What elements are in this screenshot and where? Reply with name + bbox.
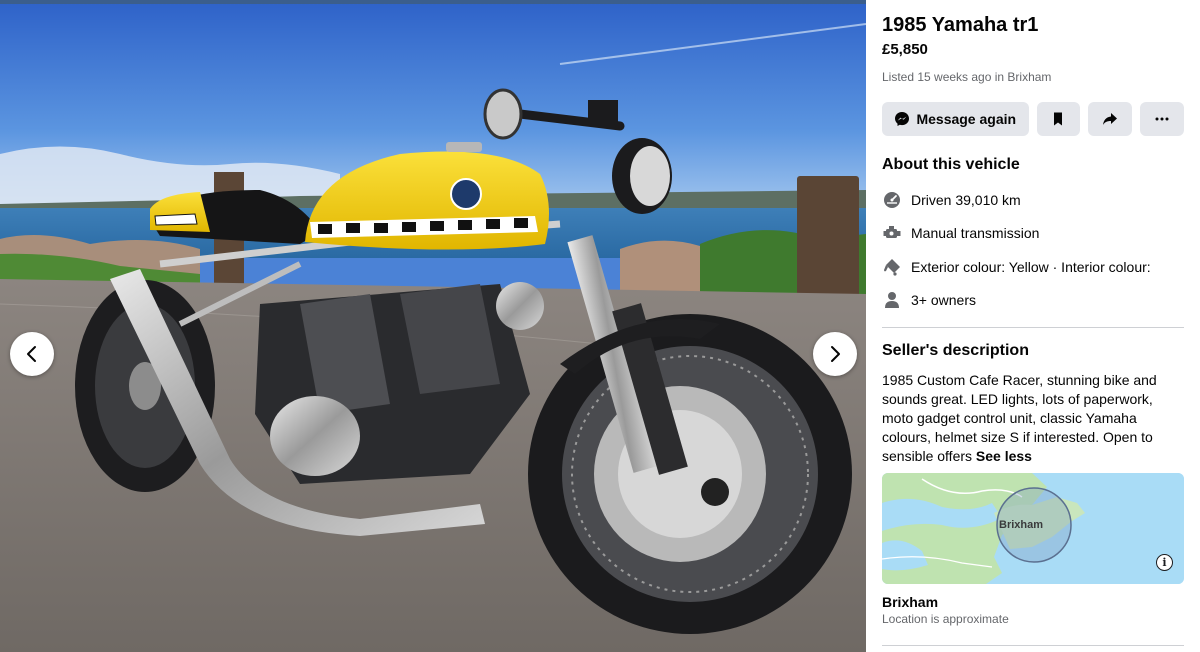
save-button[interactable]	[1036, 102, 1081, 136]
motorcycle-photo	[0, 4, 866, 652]
listed-info: Listed 15 weeks ago in Brixham	[882, 70, 1052, 84]
spec-owners: 3+ owners	[882, 284, 1184, 318]
spec-transmission-text: Manual transmission	[911, 225, 1040, 242]
listing-details-panel: 1985 Yamaha tr1 £5,850 Listed 15 weeks a…	[866, 0, 1200, 652]
spec-transmission: Manual transmission	[882, 217, 1184, 251]
spec-colour: Exterior colour: Yellow · Interior colou…	[882, 250, 1184, 284]
message-again-label: Message again	[916, 111, 1017, 127]
map-location-label: Brixham	[999, 519, 1044, 531]
more-options-button[interactable]	[1140, 102, 1184, 136]
message-again-button[interactable]: Message again	[882, 102, 1029, 136]
seller-description-heading: Seller's description	[882, 342, 1029, 359]
listing-title: 1985 Yamaha tr1	[882, 14, 1039, 36]
chevron-right-icon	[831, 346, 840, 362]
person-icon	[882, 290, 902, 310]
messenger-icon	[895, 112, 910, 126]
spec-owners-text: 3+ owners	[911, 292, 976, 309]
share-button[interactable]	[1088, 102, 1133, 136]
more-icon	[1155, 117, 1169, 121]
info-icon[interactable]: i	[1156, 554, 1173, 571]
see-less-link[interactable]: See less	[976, 448, 1032, 464]
spec-colour-text: Exterior colour: Yellow · Interior colou…	[911, 258, 1151, 275]
bookmark-icon	[1054, 112, 1063, 126]
speedometer-icon	[882, 190, 902, 210]
spec-mileage-text: Driven 39,010 km	[911, 191, 1021, 208]
location-approximate-note: Location is approximate	[882, 612, 1009, 626]
next-photo-button[interactable]	[813, 332, 857, 376]
action-bar: Message again	[882, 102, 1184, 136]
previous-photo-button[interactable]	[10, 332, 54, 376]
section-divider	[882, 327, 1184, 328]
section-divider	[882, 645, 1184, 646]
location-map[interactable]: Brixham i	[882, 473, 1184, 584]
vehicle-specs: Driven 39,010 km Manual transmission Ext…	[882, 183, 1184, 317]
listing-price: £5,850	[882, 41, 928, 58]
about-vehicle-heading: About this vehicle	[882, 156, 1020, 173]
location-name: Brixham	[882, 594, 939, 610]
share-icon	[1103, 113, 1118, 125]
listing-photo-viewer	[0, 0, 866, 652]
paint-icon	[882, 257, 902, 277]
spec-mileage: Driven 39,010 km	[882, 183, 1184, 217]
seller-description: 1985 Custom Cafe Racer, stunning bike an…	[882, 371, 1184, 466]
transmission-icon	[882, 223, 902, 243]
chevron-left-icon	[27, 346, 36, 362]
